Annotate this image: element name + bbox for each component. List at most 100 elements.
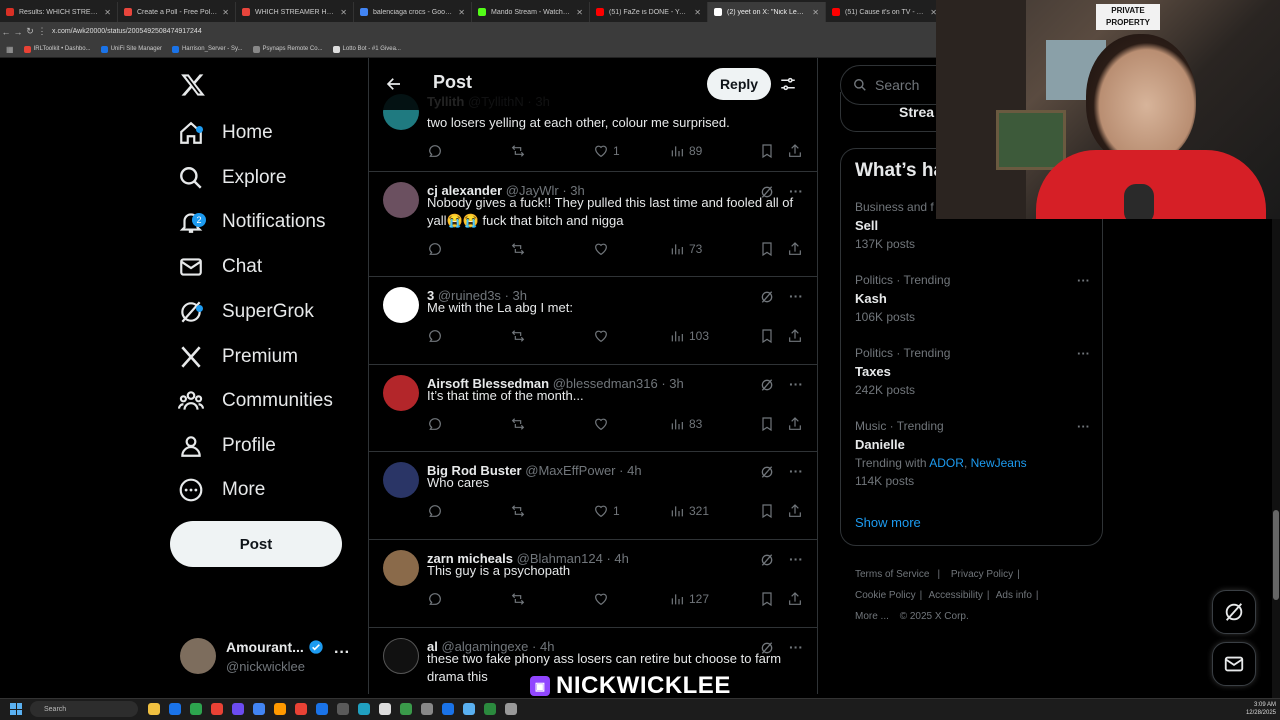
forward-icon[interactable]: → (12, 27, 24, 37)
filter-sliders-icon[interactable] (779, 75, 797, 93)
close-tab-icon[interactable]: ✕ (694, 8, 701, 17)
footer-link-accessibility[interactable]: Accessibility (928, 590, 982, 601)
footer-link-cookie[interactable]: Cookie Policy (855, 590, 916, 601)
taskbar-app-icon[interactable] (295, 703, 307, 715)
taskbar-app-icon[interactable] (337, 703, 349, 715)
taskbar-app-icon[interactable] (190, 703, 202, 715)
taskbar-app-icon[interactable] (253, 703, 265, 715)
views-action[interactable]: 89 (669, 143, 759, 159)
views-action[interactable]: 321 (669, 503, 759, 519)
close-tab-icon[interactable]: ✕ (340, 8, 347, 17)
more-dots-icon[interactable]: ··· (334, 644, 350, 662)
like-action[interactable] (593, 591, 669, 607)
footer-link-more[interactable]: More ... (855, 611, 889, 622)
views-action[interactable]: 127 (669, 591, 759, 607)
footer-link-terms[interactable]: Terms of Service (855, 569, 929, 580)
reply-action[interactable] (427, 328, 510, 344)
taskbar-clock[interactable]: 3:09 AM 12/28/2025 (1232, 701, 1276, 717)
repost-action[interactable] (510, 591, 593, 607)
taskbar-app-icon[interactable] (232, 703, 244, 715)
windows-start-icon[interactable] (10, 703, 22, 715)
bookmark-action[interactable] (759, 503, 787, 519)
browser-tab[interactable]: WHICH STREAMER HAS THE B ✕ (236, 2, 354, 22)
sidebar-item-home[interactable]: Home (178, 113, 273, 153)
taskbar-app-icon[interactable] (442, 703, 454, 715)
bookmark-action[interactable] (759, 143, 787, 159)
share-action[interactable] (787, 143, 803, 159)
browser-tab[interactable]: (51) Cause it's on TV - YouTub ✕ (826, 2, 944, 22)
taskbar-app-icon[interactable] (421, 703, 433, 715)
avatar[interactable] (383, 462, 419, 498)
like-action[interactable] (593, 328, 669, 344)
reply-action[interactable] (427, 416, 510, 432)
reply-post[interactable]: zarn micheals @Blahman124 · 4h ··· This … (369, 540, 817, 628)
browser-tab[interactable]: balenciaga crocs - Google Sea ✕ (354, 2, 472, 22)
footer-link-ads[interactable]: Ads info (996, 590, 1032, 601)
sidebar-item-chat[interactable]: Chat (178, 247, 262, 287)
repost-action[interactable] (510, 241, 593, 257)
back-arrow-icon[interactable] (385, 75, 403, 93)
reply-action[interactable] (427, 241, 510, 257)
taskbar-search[interactable]: Search (30, 701, 138, 717)
browser-tab[interactable]: Create a Poll - Free Poll Maker ✕ (118, 2, 236, 22)
reload-icon[interactable]: ↻ (24, 26, 36, 37)
repost-action[interactable] (510, 503, 593, 519)
taskbar-app-icon[interactable] (505, 703, 517, 715)
bookmark-item[interactable]: Harrison_Server - Sy... (171, 45, 243, 53)
trend-more-icon[interactable]: ··· (1077, 419, 1090, 434)
taskbar-app-icon[interactable] (358, 703, 370, 715)
avatar[interactable] (383, 182, 419, 218)
taskbar-app-icon[interactable] (274, 703, 286, 715)
trend-more-icon[interactable]: ··· (1077, 346, 1090, 361)
like-action[interactable]: 1 (593, 503, 669, 519)
browser-tab[interactable]: (51) FaZe is DONE - YouTube ✕ (590, 2, 708, 22)
browser-tab[interactable]: Mando Stream - Watch Live on ✕ (472, 2, 590, 22)
repost-action[interactable] (510, 416, 593, 432)
views-action[interactable]: 73 (669, 241, 759, 257)
x-logo[interactable] (180, 72, 206, 98)
site-info-icon[interactable]: ⋮ (36, 26, 48, 37)
trend-item[interactable]: Music · Trending Danielle Trending with … (855, 419, 1090, 488)
share-action[interactable] (787, 328, 803, 344)
taskbar-app-icon[interactable] (148, 703, 160, 715)
like-action[interactable] (593, 416, 669, 432)
bookmark-item[interactable]: Psynaps Remote Co... (252, 45, 323, 53)
sidebar-item-supergrok[interactable]: SuperGrok (178, 292, 314, 332)
reply-action[interactable] (427, 143, 510, 159)
bookmark-action[interactable] (759, 328, 787, 344)
trend-link[interactable]: NewJeans (971, 456, 1027, 470)
sidebar-item-profile[interactable]: Profile (178, 426, 276, 466)
trend-more-icon[interactable]: ··· (1077, 273, 1090, 288)
reply-action[interactable] (427, 503, 510, 519)
avatar[interactable] (383, 375, 419, 411)
avatar[interactable] (383, 638, 419, 674)
taskbar-app-icon[interactable] (316, 703, 328, 715)
bookmark-item[interactable]: UniFi Site Manager (100, 45, 162, 53)
bookmark-item[interactable]: Lotto Bot - #1 Givea... (332, 45, 401, 53)
url-text[interactable]: x.com/Awk20000/status/200549250847491724… (52, 28, 202, 35)
back-icon[interactable]: ← (0, 27, 12, 37)
bookmark-item[interactable]: IRLToolkit • Dashbo... (23, 45, 91, 53)
reply-action[interactable] (427, 591, 510, 607)
sidebar-item-communities[interactable]: Communities (178, 381, 333, 421)
close-tab-icon[interactable]: ✕ (812, 8, 819, 17)
account-switcher[interactable]: Amourant... @nickwicklee ··· (178, 636, 362, 678)
reply-post[interactable]: 3 @ruined3s · 3h ··· Me with the La abg … (369, 277, 817, 365)
browser-tab[interactable]: (2) yeet on X: "Nick Lee and An ✕ (708, 2, 826, 22)
sidebar-item-premium[interactable]: Premium (178, 337, 298, 377)
post-button[interactable]: Post (170, 521, 342, 567)
views-action[interactable]: 83 (669, 416, 759, 432)
trend-item[interactable]: Politics · Trending Kash 106K posts ··· (855, 273, 1090, 324)
trend-link[interactable]: ADOR (929, 456, 964, 470)
trend-item[interactable]: Politics · Trending Taxes 242K posts ··· (855, 346, 1090, 397)
apps-icon[interactable]: ▦ (6, 45, 14, 54)
close-tab-icon[interactable]: ✕ (576, 8, 583, 17)
like-action[interactable]: 1 (593, 143, 669, 159)
taskbar-app-icon[interactable] (169, 703, 181, 715)
reply-post[interactable]: cj alexander @JayWlr · 3h ··· Nobody giv… (369, 172, 817, 277)
share-action[interactable] (787, 416, 803, 432)
sidebar-item-more[interactable]: More (178, 470, 265, 510)
sidebar-item-notifications[interactable]: 2 Notifications (178, 202, 326, 242)
reply-post[interactable]: Airsoft Blessedman @blessedman316 · 3h ·… (369, 365, 817, 452)
bookmark-action[interactable] (759, 591, 787, 607)
